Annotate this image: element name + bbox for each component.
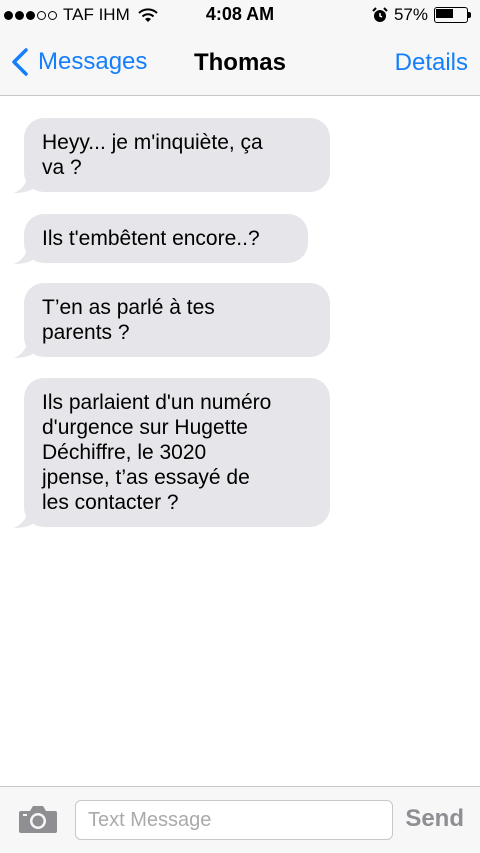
battery-percent: 57% [393, 5, 428, 24]
message-line: d'urgence sur Hugette [42, 416, 248, 439]
bubble-tail [14, 506, 38, 528]
message-line: T’en as parlé à tes [42, 296, 215, 319]
message-line: Ils t'embêtent encore..? [42, 227, 260, 250]
message-line: Ils parlaient d'un numéro [42, 391, 272, 414]
details-button[interactable]: Details [395, 49, 468, 77]
camera-icon[interactable] [18, 804, 58, 834]
battery-tip [468, 12, 471, 18]
message-line: va ? [42, 156, 82, 179]
bubble-tail [14, 242, 38, 264]
message-thread[interactable]: Heyy... je m'inquiète, ça va ? Ils t'emb… [0, 96, 480, 786]
battery-fill [436, 9, 454, 18]
message-bubble: Heyy... je m'inquiète, ça va ? [14, 118, 330, 193]
message-bubble: Ils t'embêtent encore..? [14, 214, 308, 264]
bubble-tail [14, 171, 38, 193]
message-input-bar: Send [0, 786, 480, 853]
battery-icon [434, 7, 472, 23]
navigation-bar: Messages Thomas Details [0, 30, 480, 96]
status-right: 57% [372, 5, 472, 25]
status-bar: TAF IHM 4:08 AM 57% [0, 0, 480, 30]
send-button[interactable]: Send [405, 805, 464, 833]
message-bubble: Ils parlaient d'un numéro d'urgence sur … [14, 378, 330, 528]
message-line: parents ? [42, 321, 130, 344]
message-line: Déchiffre, le 3020 [42, 441, 207, 464]
message-line: les contacter ? [42, 491, 179, 514]
message-text-input[interactable] [75, 800, 393, 840]
message-line: Heyy... je m'inquiète, ça [42, 131, 263, 154]
message-line: jpense, t’as essayé de [42, 466, 250, 489]
bubble-tail [14, 336, 38, 358]
message-bubble: T’en as parlé à tes parents ? [14, 283, 330, 358]
alarm-icon [372, 7, 388, 22]
